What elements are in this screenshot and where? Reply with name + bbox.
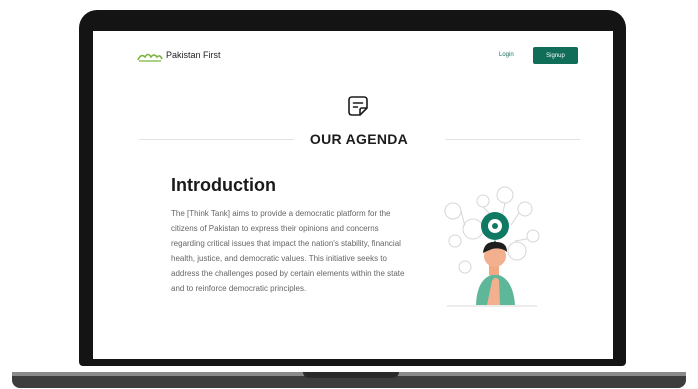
brand-name: Pakistan First (166, 50, 221, 60)
intro-paragraph: The [Think Tank] aims to provide a democ… (171, 209, 405, 293)
laptop-notch (303, 372, 399, 378)
laptop-screen: Pakistan First Login Signup OUR AGENDA I… (93, 31, 613, 359)
signup-button[interactable]: Signup (533, 47, 578, 64)
thinking-person-illustration (444, 186, 540, 307)
login-link[interactable]: Login (499, 52, 514, 58)
document-edit-icon (348, 96, 368, 116)
logo-icon (137, 53, 163, 62)
section-title: OUR AGENDA (309, 131, 409, 147)
divider-right (445, 139, 580, 140)
intro-heading: Introduction (171, 175, 276, 195)
divider-left (139, 139, 294, 140)
